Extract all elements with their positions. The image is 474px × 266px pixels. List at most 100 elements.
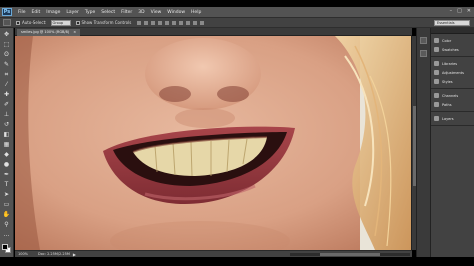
eyedropper-tool-icon[interactable]: ⁄: [2, 81, 11, 89]
menu-3d[interactable]: 3D: [138, 10, 144, 15]
history-brush-tool-icon[interactable]: ↺: [2, 121, 11, 129]
letterbox-top: [0, 0, 474, 7]
auto-select-dropdown[interactable]: Group: [50, 19, 71, 26]
menu-edit[interactable]: Edit: [32, 10, 41, 15]
menu-window[interactable]: Window: [167, 10, 185, 15]
minimize-button[interactable]: –: [450, 8, 453, 14]
document-tab-close-icon[interactable]: ×: [73, 29, 76, 36]
align-top-icon[interactable]: [137, 20, 142, 25]
foreground-color-swatch[interactable]: [1, 244, 8, 250]
panel-label-libraries: Libraries: [442, 61, 458, 66]
letterbox-bottom: [0, 257, 474, 266]
panel-item-color[interactable]: Color: [431, 36, 474, 45]
pen-tool-icon[interactable]: ✒: [2, 171, 11, 179]
zoom-level[interactable]: 100%: [18, 252, 28, 256]
menu-image[interactable]: Image: [46, 10, 60, 15]
panel-item-paths[interactable]: Paths: [431, 100, 474, 109]
marquee-tool-icon[interactable]: ⬚: [2, 41, 11, 49]
libraries-icon: [434, 61, 439, 66]
crop-tool-icon[interactable]: ⌗: [2, 71, 11, 79]
zoom-tool-icon[interactable]: ⚲: [2, 221, 11, 229]
distribute-icon[interactable]: [179, 20, 184, 25]
right-panel-column: Color Swatches Libraries Adjustments Sty…: [430, 28, 474, 257]
document-tab-bar: smiles.jpg @ 100% (RGB/8) ×: [15, 28, 412, 36]
history-panel-icon[interactable]: [420, 37, 427, 44]
menu-help[interactable]: Help: [191, 10, 201, 15]
panel-label-adjustments: Adjustments: [442, 70, 464, 75]
tools-panel: ✥ ⬚ ʘ ✎ ⌗ ⁄ ✚ ✐ ⊥ ↺ ◧ ▦ ◆ ● ✒ T ➤ ▭ ✋ ⚲ …: [0, 28, 14, 257]
panel-label-swatches: Swatches: [442, 47, 459, 52]
color-icon: [434, 38, 439, 43]
panel-group-libraries: Libraries Adjustments Styles: [431, 57, 474, 89]
color-swatches: [1, 244, 12, 254]
canvas-horizontal-scrollbar[interactable]: [290, 253, 410, 256]
transform-controls-checkbox[interactable]: [75, 20, 80, 25]
panel-label-paths: Paths: [442, 102, 452, 107]
align-right-icon[interactable]: [172, 20, 177, 25]
3d-mode-icon[interactable]: [186, 20, 191, 25]
align-buttons: [137, 20, 205, 25]
close-button[interactable]: ✕: [467, 8, 471, 14]
layers-icon: [434, 116, 439, 121]
panel-item-channels[interactable]: Channels: [431, 91, 474, 100]
panel-item-swatches[interactable]: Swatches: [431, 45, 474, 54]
menu-layer[interactable]: Layer: [66, 10, 79, 15]
menu-file[interactable]: File: [18, 10, 26, 15]
panel-item-styles[interactable]: Styles: [431, 77, 474, 86]
gradient-tool-icon[interactable]: ▦: [2, 141, 11, 149]
clone-stamp-tool-icon[interactable]: ⊥: [2, 111, 11, 119]
blur-tool-icon[interactable]: ◆: [2, 151, 11, 159]
menu-select[interactable]: Select: [101, 10, 115, 15]
hand-tool-icon[interactable]: ✋: [2, 211, 11, 219]
path-select-tool-icon[interactable]: ➤: [2, 191, 11, 199]
menu-filter[interactable]: Filter: [121, 10, 132, 15]
document-canvas[interactable]: [15, 36, 411, 250]
auto-select-label: Auto-Select:: [22, 20, 47, 25]
align-bottom-icon[interactable]: [151, 20, 156, 25]
panel-label-color: Color: [442, 38, 452, 43]
eraser-tool-icon[interactable]: ◧: [2, 131, 11, 139]
styles-icon: [434, 79, 439, 84]
healing-brush-tool-icon[interactable]: ✚: [2, 91, 11, 99]
shape-tool-icon[interactable]: ▭: [2, 201, 11, 209]
panel-dock-strip: [416, 28, 430, 257]
align-left-icon[interactable]: [158, 20, 163, 25]
panel-label-channels: Channels: [442, 93, 459, 98]
move-tool-icon[interactable]: ✥: [2, 31, 11, 39]
photoshop-window: Ps File Edit Image Layer Type Select Fil…: [0, 0, 474, 266]
quick-select-tool-icon[interactable]: ✎: [2, 61, 11, 69]
panel-group-layers: Layers: [431, 112, 474, 126]
photo-smile-closeup: [15, 36, 411, 250]
dodge-tool-icon[interactable]: ●: [2, 161, 11, 169]
tool-preset-picker[interactable]: [3, 19, 11, 26]
brush-tool-icon[interactable]: ✐: [2, 101, 11, 109]
panel-group-color: Color Swatches: [431, 34, 474, 57]
panel-item-layers[interactable]: Layers: [431, 114, 474, 123]
panel-label-styles: Styles: [442, 79, 453, 84]
properties-panel-icon[interactable]: [420, 50, 427, 57]
document-size: Doc: 2.25M/2.25M: [38, 252, 70, 256]
channels-icon: [434, 93, 439, 98]
menu-view[interactable]: View: [151, 10, 162, 15]
align-center-icon[interactable]: [165, 20, 170, 25]
document-tab[interactable]: smiles.jpg @ 100% (RGB/8) ×: [17, 29, 81, 36]
panel-label-layers: Layers: [442, 116, 454, 121]
horizontal-scroll-thumb[interactable]: [320, 253, 380, 256]
lasso-tool-icon[interactable]: ʘ: [2, 51, 11, 59]
status-menu-arrow-icon[interactable]: ▶: [73, 252, 76, 257]
swatches-icon: [434, 47, 439, 52]
type-tool-icon[interactable]: T: [2, 181, 11, 189]
3d-roll-icon[interactable]: [200, 20, 205, 25]
status-bar: 100% Doc: 2.25M/2.25M ▶: [15, 250, 412, 257]
maximize-button[interactable]: □: [457, 8, 462, 14]
3d-rotate-icon[interactable]: [193, 20, 198, 25]
auto-select-checkbox[interactable]: [16, 20, 20, 25]
align-middle-icon[interactable]: [144, 20, 149, 25]
workspace-switcher[interactable]: Essentials: [434, 20, 470, 26]
extra-tools-icon[interactable]: …: [2, 231, 11, 239]
panel-item-adjustments[interactable]: Adjustments: [431, 68, 474, 77]
panel-item-libraries[interactable]: Libraries: [431, 59, 474, 68]
photoshop-logo-icon: Ps: [2, 8, 12, 16]
window-controls: – □ ✕: [450, 8, 471, 14]
menu-type[interactable]: Type: [85, 10, 95, 15]
